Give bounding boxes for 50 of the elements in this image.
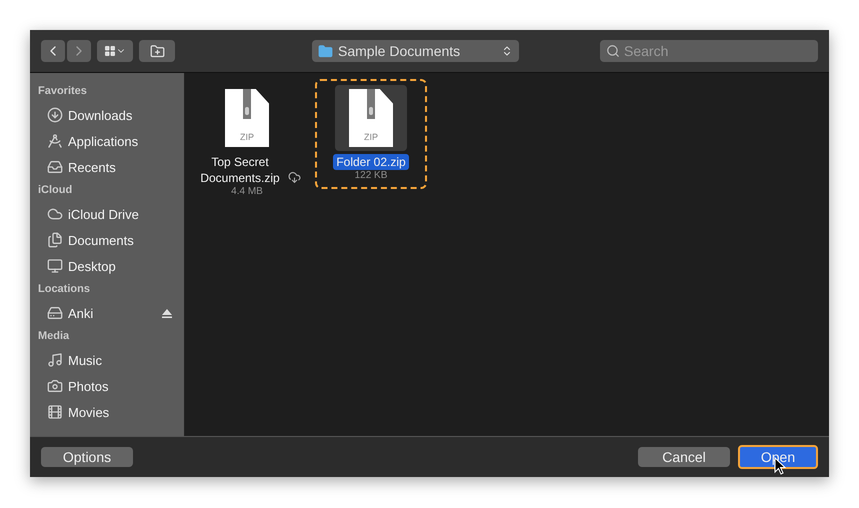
cloud-icon [47,206,63,222]
cloud-download-icon[interactable] [288,171,301,184]
zipper-icon [367,89,375,119]
sidebar-section-title: Locations [38,283,91,297]
sidebar-item[interactable]: Documents [38,227,184,253]
file-type-label: ZIP [364,132,378,142]
file-item[interactable]: ZIP Top Secret Documents.zip 4.4 MB [191,79,303,205]
file-size: 122 KB [354,170,388,181]
camera-icon [47,378,63,394]
grid-icon [104,45,116,57]
music-note-icon [47,352,63,368]
file-type-label: ZIP [240,132,254,142]
location-dropdown[interactable]: Sample Documents [312,40,519,62]
back-button[interactable] [41,40,65,62]
sidebar-item[interactable]: Recents [38,154,184,180]
compass-icon [47,133,63,149]
cancel-button[interactable]: Cancel [638,447,730,467]
film-icon [47,404,63,420]
view-mode-button[interactable] [97,40,133,62]
documents-icon [47,232,63,248]
drive-icon [47,305,63,321]
new-folder-button[interactable] [139,40,175,62]
sidebar-section-title: iCloud [38,184,74,198]
monitor-icon [47,258,63,274]
sidebar-item[interactable]: iCloud Drive [38,201,184,227]
sidebar-item[interactable]: Desktop [38,253,184,279]
sidebar-section-title: Media [38,330,70,344]
sidebar-item[interactable]: Movies [38,399,184,425]
folder-icon [318,44,333,58]
new-folder-icon [150,44,164,58]
file-name: Folder 02.zip [333,154,409,170]
stepper-icon [501,45,513,57]
tray-icon [47,159,63,175]
file-size: 4.4 MB [231,186,263,197]
zipper-icon [243,89,251,119]
file-item[interactable]: ZIP Folder 02.zip 122 KB [315,79,427,189]
sidebar-item[interactable]: Downloads [38,102,184,128]
options-button[interactable]: Options [41,447,133,467]
sidebar-item[interactable]: Music [38,347,184,373]
sidebar-section-title: Favorites [38,85,88,99]
eject-icon[interactable] [162,308,172,318]
sidebar-item[interactable]: Photos [38,373,184,399]
sidebar-item[interactable]: Applications [38,128,184,154]
file-name: Top Secret Documents.zip [199,154,281,186]
search-field[interactable]: Search [600,40,818,62]
open-button[interactable]: Open [738,445,818,469]
download-icon [47,107,63,123]
forward-button[interactable] [67,40,91,62]
sidebar-item[interactable]: Anki [38,300,184,326]
search-icon [606,44,620,58]
